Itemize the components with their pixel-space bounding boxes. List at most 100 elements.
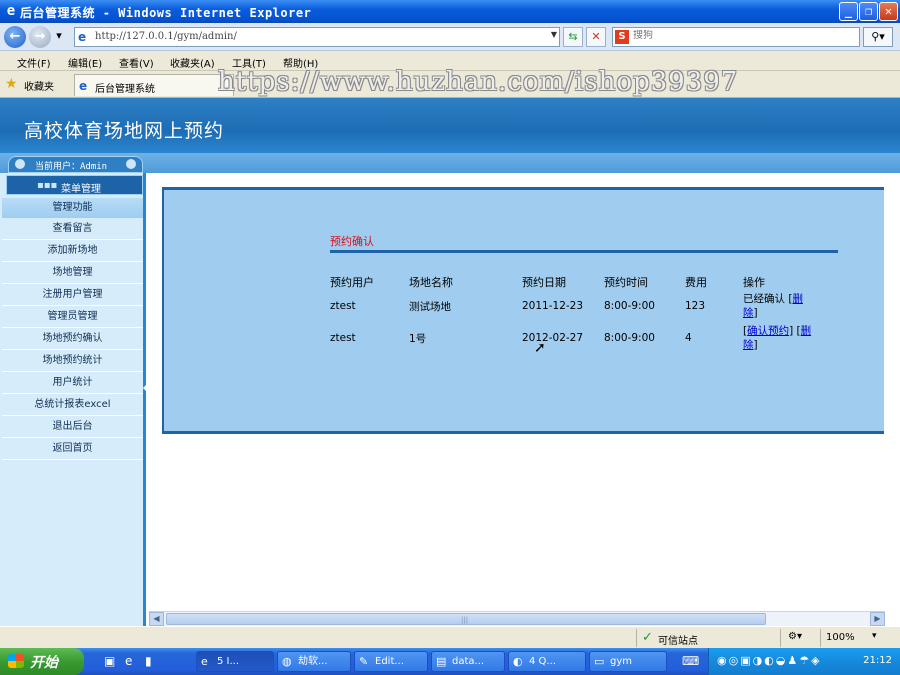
sidebar-item-home[interactable]: 返回首页: [2, 438, 143, 460]
main-content: 预约确认 预约用户 场地名称 预约日期 预约时间 费用 操作 ztest 测试场…: [149, 173, 900, 613]
ie-icon: e: [201, 655, 208, 668]
sidebar-item-venue-management[interactable]: 场地管理: [2, 262, 143, 284]
row2-venue: 1号: [409, 333, 427, 345]
start-label: 开始: [30, 655, 58, 671]
pin-left-icon: [15, 159, 25, 169]
status-divider: [780, 629, 781, 647]
menu-favorites[interactable]: 收藏夹(A): [170, 55, 215, 70]
sidebar: ▪▪▪ 菜单管理 管理功能 查看留言 添加新场地 场地管理 注册用户管理 管理员…: [0, 173, 146, 626]
sidebar-item-reservation-stats[interactable]: 场地预约统计: [2, 350, 143, 372]
stop-icon[interactable]: ✕: [586, 27, 606, 47]
status-divider: [820, 629, 821, 647]
ie-logo-icon: e: [6, 3, 16, 19]
menu-edit[interactable]: 编辑(E): [68, 55, 102, 70]
qq-icon: ◐: [513, 655, 523, 668]
row1-user: ztest: [330, 300, 356, 312]
taskbar-button-app[interactable]: ◍ 劫软...: [277, 651, 351, 672]
sidebar-item-add-venue[interactable]: 添加新场地: [2, 240, 143, 262]
keyboard-icon[interactable]: ⌨: [682, 654, 699, 668]
col-header-venue: 场地名称: [409, 276, 453, 289]
row2-confirm-link[interactable]: 确认预约: [747, 325, 789, 337]
row2-actions: [确认预约] [删 除]: [743, 325, 812, 351]
trusted-zone-label: 可信站点: [658, 636, 698, 647]
row1-actions: 已经确认 [删 除]: [743, 293, 803, 319]
row2-user: ztest: [330, 332, 356, 344]
app-icon: ◍: [282, 655, 292, 668]
col-header-date: 预约日期: [522, 276, 566, 289]
ie-quicklaunch-icon[interactable]: e: [125, 654, 132, 668]
tab-page-icon: e: [79, 79, 88, 93]
forward-button[interactable]: →: [29, 26, 51, 48]
trusted-check-icon: ✓: [642, 630, 653, 645]
site-banner: 高校体育场地网上预约: [0, 98, 900, 153]
sidebar-item-reservation-confirm[interactable]: 场地预约确认: [2, 328, 143, 350]
url-dropdown-icon[interactable]: ▼: [551, 30, 557, 39]
refresh-icon[interactable]: ⇆: [563, 27, 583, 47]
menu-file[interactable]: 文件(F): [17, 55, 51, 70]
watermark: https://www.huzhan.com/ishop39397: [218, 67, 739, 97]
scroll-right-icon[interactable]: ▶: [870, 612, 885, 626]
menu-view[interactable]: 查看(V): [119, 55, 154, 70]
search-field[interactable]: S: [612, 27, 860, 47]
taskbar-button-qq[interactable]: ◐ 4 Q...: [508, 651, 586, 672]
sogou-icon: S: [615, 30, 629, 44]
history-dropdown-icon[interactable]: ▾: [52, 27, 66, 47]
back-button[interactable]: ←: [4, 26, 26, 48]
search-input[interactable]: [633, 30, 833, 41]
zoom-dropdown-icon[interactable]: ▾: [872, 631, 877, 641]
browser-tab[interactable]: e 后台管理系统: [74, 74, 234, 96]
app-quicklaunch-icon[interactable]: ▮: [145, 654, 152, 668]
row1-date: 2011-12-23: [522, 300, 584, 312]
taskbar-button-data[interactable]: ▤ data...: [431, 651, 505, 672]
sidebar-item-view-messages[interactable]: 查看留言: [2, 218, 143, 240]
section-title: 预约确认: [330, 235, 374, 248]
clock[interactable]: 21:12: [863, 655, 892, 666]
menu-header[interactable]: ▪▪▪ 菜单管理: [6, 175, 143, 195]
taskbar-button-ie[interactable]: e5 I...: [196, 651, 274, 672]
favorites-label[interactable]: 收藏夹: [24, 78, 54, 93]
favorites-star-icon[interactable]: ★: [5, 76, 18, 92]
row1-fee: 123: [685, 300, 706, 312]
minimize-button[interactable]: _: [839, 2, 858, 21]
tab-label: 后台管理系统: [95, 84, 155, 95]
folder-icon: ▭: [594, 655, 605, 668]
start-button[interactable]: 开始: [0, 648, 84, 675]
row1-status: 已经确认: [743, 293, 785, 305]
status-divider: [636, 629, 637, 647]
current-user-label: 当前用户：Admin: [35, 162, 108, 172]
close-window-button[interactable]: ✕: [879, 2, 898, 21]
section-divider: [330, 250, 838, 253]
row1-time: 8:00-9:00: [604, 300, 655, 312]
col-header-time: 预约时间: [604, 276, 648, 289]
status-bar: ✓ 可信站点 ⚙▾ 100% ▾: [0, 626, 900, 648]
pin-right-icon: [126, 159, 136, 169]
address-toolbar: ← → ▾ e http://127.0.0.1/gym/admin/ ▼ ⇆ …: [0, 23, 900, 51]
scroll-left-icon[interactable]: ◀: [149, 612, 164, 626]
sidebar-item-excel-report[interactable]: 总统计报表excel: [2, 394, 143, 416]
current-user-box: 当前用户：Admin: [8, 156, 143, 173]
row2-time: 8:00-9:00: [604, 332, 655, 344]
sidebar-item-admin-management[interactable]: 管理员管理: [2, 306, 143, 328]
folder-quicklaunch-icon[interactable]: ▣: [104, 654, 115, 668]
taskbar-button-gym[interactable]: ▭ gym: [589, 651, 667, 672]
taskbar: 开始 ▣ e ▮ e5 I... ◍ 劫软... ✎ Edit... ▤ data..…: [0, 648, 900, 675]
col-header-action: 操作: [743, 276, 765, 289]
url-text: http://127.0.0.1/gym/admin/: [95, 31, 237, 42]
window-title-bar[interactable]: e 后台管理系统 - Windows Internet Explorer _ ❐…: [0, 0, 900, 23]
tray-icons[interactable]: ◉◎▣◑◐◒♟☂◈: [717, 654, 822, 667]
col-header-fee: 费用: [685, 276, 707, 289]
sidebar-item-user-management[interactable]: 注册用户管理: [2, 284, 143, 306]
horizontal-scrollbar[interactable]: ◀ ||| ▶: [149, 611, 885, 626]
search-button[interactable]: ⚲▾: [863, 27, 893, 47]
reservation-panel: 预约确认 预约用户 场地名称 预约日期 预约时间 费用 操作 ztest 测试场…: [162, 187, 884, 434]
sidebar-item-logout[interactable]: 退出后台: [2, 416, 143, 438]
maximize-button[interactable]: ❐: [859, 2, 878, 21]
taskbar-button-editor[interactable]: ✎ Edit...: [354, 651, 428, 672]
protected-mode-icon[interactable]: ⚙▾: [788, 631, 802, 642]
col-header-user: 预约用户: [330, 276, 374, 289]
address-field[interactable]: e http://127.0.0.1/gym/admin/ ▼: [74, 27, 560, 47]
sidebar-collapse-arrow-icon[interactable]: [143, 383, 148, 393]
scroll-thumb[interactable]: |||: [166, 613, 766, 625]
zoom-level[interactable]: 100%: [826, 632, 855, 643]
sidebar-item-user-stats[interactable]: 用户统计: [2, 372, 143, 394]
